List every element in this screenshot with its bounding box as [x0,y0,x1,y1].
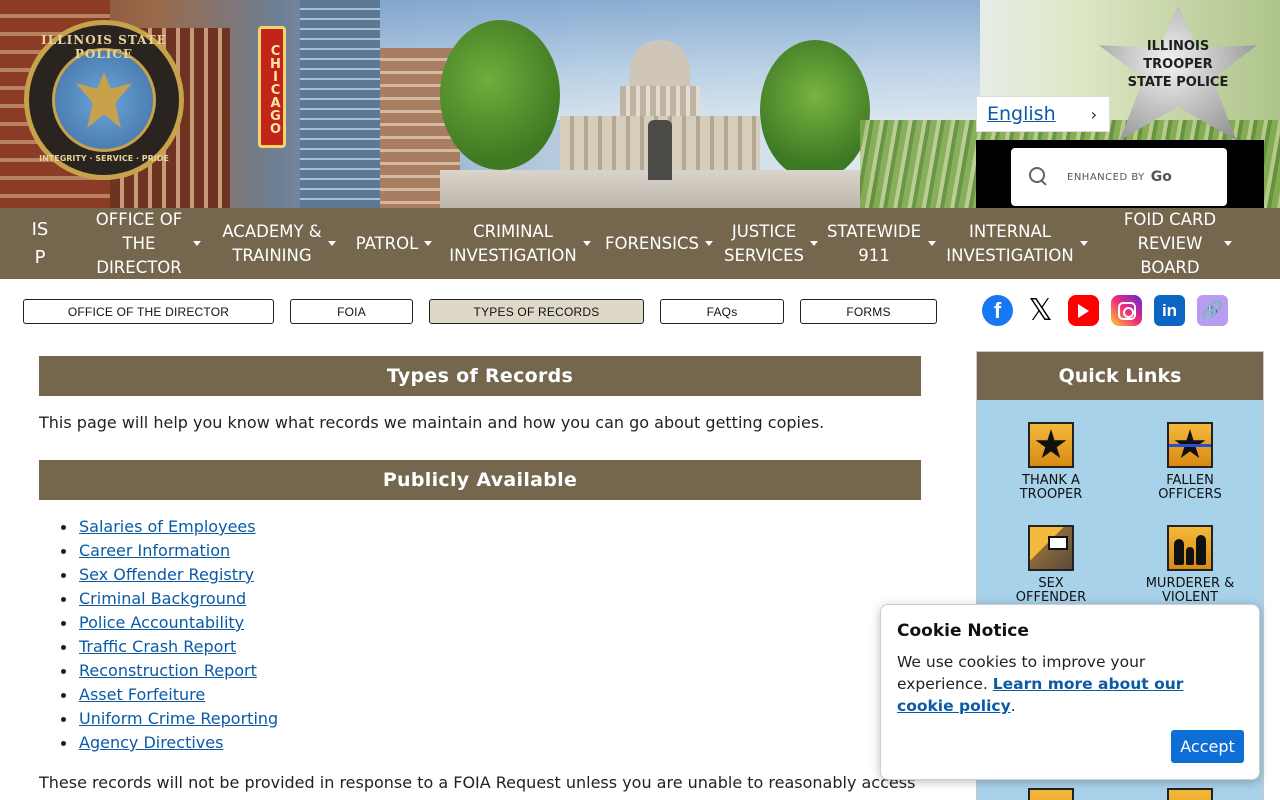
banner-building [300,0,380,208]
record-link[interactable]: Salaries of Employees [79,517,256,536]
cookie-title: Cookie Notice [897,621,1029,641]
search-icon [1029,167,1049,187]
quick-link-sex-offender[interactable]: SEX OFFENDER [991,525,1111,605]
list-item: Agency Directives [60,731,278,755]
family-silhouette-icon [1167,525,1213,571]
quick-link-fallen-officers[interactable]: FALLEN OFFICERS [1130,422,1250,502]
instagram-icon[interactable] [1111,295,1142,326]
chevron-right-icon: › [1090,104,1097,124]
language-link[interactable]: English [987,103,1056,125]
accept-cookies-button[interactable]: Accept [1171,730,1244,763]
record-link[interactable]: Traffic Crash Report [79,637,236,656]
list-item: Salaries of Employees [60,515,278,539]
quick-link-icon [1167,788,1213,800]
handcuffs-icon [1028,525,1074,571]
search-placeholder: ENHANCED BY [1067,171,1145,183]
caret-down-icon [328,241,336,246]
facebook-icon[interactable]: f [982,295,1013,326]
nav-item-academy-training[interactable]: ACADEMY & TRAINING [212,208,346,279]
nav-item-justice-services[interactable]: JUSTICE SERVICES [720,208,822,279]
quick-link-icon [1028,788,1074,800]
eagle-icon [76,72,132,128]
chicago-sign: CHICAGO [258,26,286,148]
banner-trees [440,20,560,170]
quick-link-more[interactable] [991,788,1111,800]
cookie-notice: Cookie Notice We use cookies to improve … [880,604,1260,780]
caret-down-icon [928,241,936,246]
language-selector[interactable]: English › [976,96,1110,132]
section-title: Publicly Available [39,460,921,500]
caret-down-icon [193,241,201,246]
nav-item-foid-card-review-board[interactable]: FOID CARD REVIEW BOARD [1094,208,1260,279]
quick-link-murderer-violent[interactable]: MURDERER & VIOLENT [1130,525,1250,605]
caret-down-icon [705,241,714,246]
trooper-badge-text: ILLINOIS TROOPER STATE POLICE [1127,39,1229,90]
list-item: Asset Forfeiture [60,683,278,707]
records-list: Salaries of Employees Career Information… [60,515,278,755]
list-item: Criminal Background [60,587,278,611]
list-item: Reconstruction Report [60,659,278,683]
record-link[interactable]: Reconstruction Report [79,661,257,680]
record-link[interactable]: Police Accountability [79,613,244,632]
record-link[interactable]: Career Information [79,541,230,560]
list-item: Career Information [60,539,278,563]
nav-item-statewide-911[interactable]: STATEWIDE 911 [822,208,940,279]
main-nav: IS P OFFICE OF THE DIRECTOR ACADEMY & TR… [0,208,1280,279]
record-link[interactable]: Asset Forfeiture [79,685,205,704]
nav-item-office-of-the-director[interactable]: OFFICE OF THE DIRECTOR [80,208,212,279]
list-item: Sex Offender Registry [60,563,278,587]
search-input[interactable]: ENHANCED BY Go [1011,148,1227,206]
nav-item-internal-investigation[interactable]: INTERNAL INVESTIGATION [940,208,1094,279]
quick-link-thank-a-trooper[interactable]: THANK A TROOPER [991,422,1111,502]
caret-down-icon [1080,241,1088,246]
cookie-text: We use cookies to improve your experienc… [897,653,1184,715]
intro-text: This page will help you know what record… [39,413,825,432]
google-logo: Go [1150,169,1172,185]
list-item: Police Accountability [60,611,278,635]
star-badge-icon [1028,422,1074,468]
subnav-foia-button[interactable]: FOIA [290,299,413,324]
quick-link-more[interactable] [1130,788,1250,800]
record-link[interactable]: Agency Directives [79,733,223,752]
subnav-forms-button[interactable]: FORMS [800,299,937,324]
star-thin-blue-line-icon [1167,422,1213,468]
link-icon[interactable]: 🔗 [1197,295,1228,326]
caret-down-icon [1224,241,1232,246]
quick-links-title: Quick Links [977,352,1263,400]
youtube-icon[interactable] [1068,295,1099,326]
list-item: Uniform Crime Reporting [60,707,278,731]
page-title: Types of Records [39,356,921,396]
record-link[interactable]: Criminal Background [79,589,246,608]
nav-item-isp[interactable]: IS P [0,208,80,279]
list-item: Traffic Crash Report [60,635,278,659]
seal-motto: INTEGRITY · SERVICE · PRIDE [39,154,169,163]
isp-seal-logo[interactable]: ILLINOIS STATE POLICE INTEGRITY · SERVIC… [24,20,184,180]
caret-down-icon [583,241,591,246]
subnav-office-of-the-director-button[interactable]: OFFICE OF THE DIRECTOR [23,299,274,324]
nav-item-patrol[interactable]: PATROL [346,208,442,279]
nav-item-forensics[interactable]: FORENSICS [598,208,720,279]
subnav-types-of-records-button[interactable]: TYPES OF RECORDS [429,299,644,324]
linkedin-icon[interactable]: in [1154,295,1185,326]
caret-down-icon [810,241,818,246]
banner-statue [648,120,672,180]
subnav-faqs-button[interactable]: FAQs [660,299,784,324]
seal-text: ILLINOIS STATE POLICE [41,33,167,61]
banner-trees [760,40,870,180]
record-link[interactable]: Uniform Crime Reporting [79,709,278,728]
x-twitter-icon[interactable]: 𝕏 [1025,293,1056,328]
records-note: These records will not be provided in re… [39,773,916,792]
nav-item-criminal-investigation[interactable]: CRIMINAL INVESTIGATION [442,208,598,279]
record-link[interactable]: Sex Offender Registry [79,565,254,584]
caret-down-icon [424,241,433,246]
